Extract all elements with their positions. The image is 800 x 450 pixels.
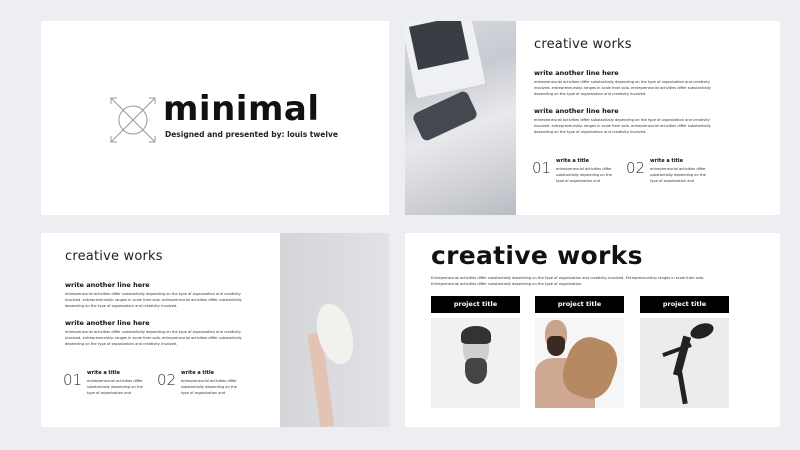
slide-creative-works-2[interactable]: creative works write another line here e… [41,233,389,427]
slide-heading: creative works [65,249,163,264]
item-title: write a title [556,158,590,164]
slide-projects[interactable]: creative works Entrepreneurial activitie… [405,233,780,427]
laptop-photo [405,21,516,215]
crossed-arrows-circle-icon [110,97,156,143]
project-title-bar: project title [640,296,729,313]
item-text: entrepreneurial activities differ substa… [556,167,612,183]
hand-holding-object-photo [280,233,389,427]
slide-title[interactable]: minimal Designed and presented by: louis… [41,21,389,215]
item-text: entrepreneurial activities differ substa… [650,167,706,183]
section-text: entrepreneurial activities differ substa… [65,292,242,308]
slide-subtitle: Designed and presented by: louis twelve [165,130,338,139]
section-title: write another line here [534,69,619,77]
section-title: write another line here [534,107,619,115]
section-text: entrepreneurial activities differ substa… [534,80,711,96]
section-title: write another line here [65,281,150,289]
item-number: 02 [626,159,646,177]
item-title: write a title [181,370,215,376]
section-text: entrepreneurial activities differ substa… [65,330,242,346]
project-title-bar: project title [431,296,520,313]
bearded-man-photo [431,318,520,408]
item-text: entrepreneurial activities differ substa… [181,379,237,395]
project-title-bar: project title [535,296,624,313]
item-title: write a title [650,158,684,164]
slide-text: Entrepreneurial activities differ substa… [431,276,705,286]
man-with-dog-photo [535,318,624,408]
item-number: 02 [157,371,177,389]
slide-heading: creative works [534,37,632,52]
slide-creative-works-1[interactable]: creative works write another line here e… [405,21,780,215]
item-number: 01 [532,159,552,177]
dancer-photo [640,318,729,408]
slide-title-text: minimal [163,89,320,129]
item-title: write a title [87,370,121,376]
slide-heading: creative works [431,241,643,270]
section-title: write another line here [65,319,150,327]
item-text: entrepreneurial activities differ substa… [87,379,143,395]
section-text: entrepreneurial activities differ substa… [534,118,711,134]
item-number: 01 [63,371,83,389]
